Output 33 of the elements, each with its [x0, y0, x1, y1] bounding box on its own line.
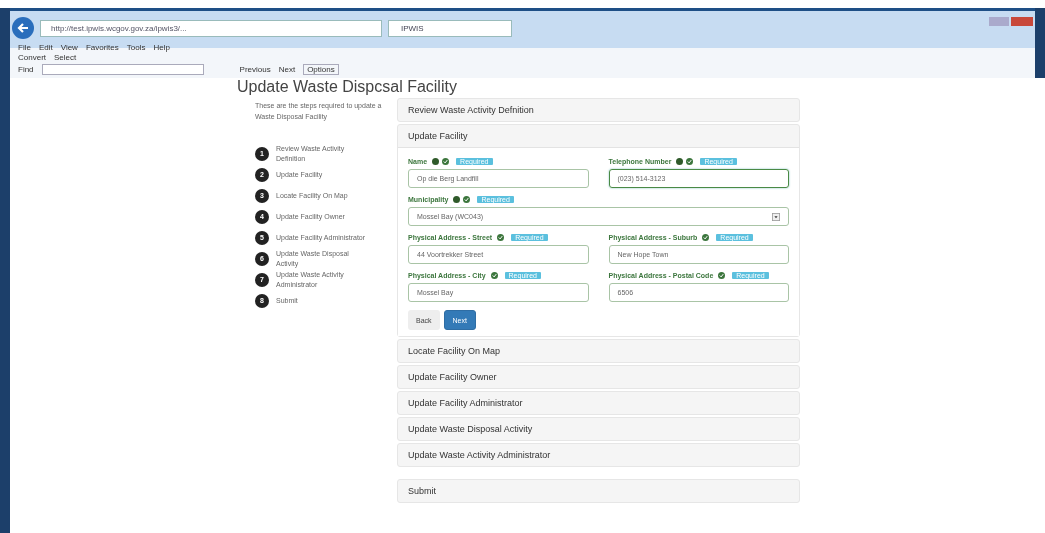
menu-item[interactable]: View	[60, 42, 78, 52]
check-icon	[442, 158, 450, 165]
menu-item[interactable]: Edit	[38, 42, 53, 52]
menu-item[interactable]: Help	[153, 42, 170, 52]
browser-tab[interactable]: IPWIS	[388, 19, 512, 37]
page-title: Update Waste Dispcsal Facility	[236, 78, 458, 96]
section-header[interactable]: Update Facility Owner	[398, 366, 799, 388]
find-field[interactable]	[41, 63, 204, 75]
previous-button[interactable]: Previous	[239, 64, 271, 74]
dropdown-icon	[772, 212, 780, 221]
section-header[interactable]: Update Facility Administrator	[398, 392, 799, 414]
section-header[interactable]: Update Waste Disposal Activity	[398, 418, 799, 440]
check-icon	[490, 272, 498, 279]
section-header[interactable]: Locate Facility On Map	[398, 340, 799, 362]
section-header[interactable]: Submit	[398, 480, 799, 502]
section-header[interactable]: Update Facility	[398, 125, 799, 147]
section-header[interactable]: Review Waste Activity Defnition	[398, 99, 799, 121]
convert-button[interactable]: Convert	[18, 52, 46, 62]
check-icon	[718, 272, 726, 279]
menu-item[interactable]: Tools	[126, 42, 146, 52]
options-button[interactable]: Options	[303, 63, 339, 75]
address-bar[interactable]: http://test.ipwis.wcgov.gov.za/ipwis3/...	[40, 19, 382, 37]
check-icon	[686, 158, 694, 165]
menu-item[interactable]: File	[18, 42, 31, 52]
check-icon	[702, 234, 710, 241]
section-header[interactable]: Update Waste Activity Administrator	[398, 444, 799, 466]
select-button[interactable]: Select	[54, 52, 77, 62]
next-button[interactable]: Next	[278, 64, 296, 74]
check-icon	[463, 196, 471, 203]
back-icon[interactable]	[12, 17, 34, 39]
check-icon	[497, 234, 505, 241]
menu-item[interactable]: Favorites	[85, 42, 119, 52]
find-label: Find	[18, 64, 34, 74]
